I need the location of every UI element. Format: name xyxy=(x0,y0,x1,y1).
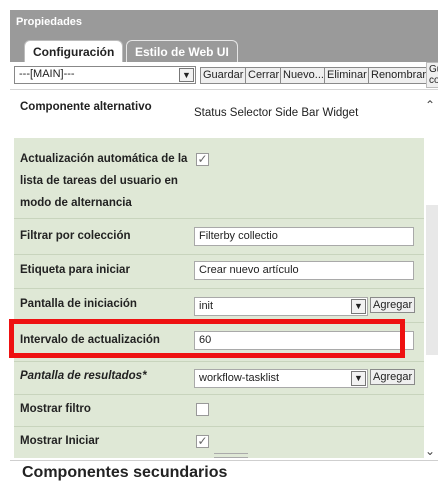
panel-title: Propiedades xyxy=(16,16,83,28)
componente-value: Status Selector Side Bar Widget xyxy=(194,107,359,119)
row-etiqueta: Etiqueta para iniciar Crear nuevo artícu… xyxy=(14,259,424,283)
row-pantalla-inicio: Pantalla de iniciación init ▼ Agregar xyxy=(14,293,424,317)
resize-grip[interactable] xyxy=(214,453,248,458)
mostrar-iniciar-checkbox[interactable]: ✓ xyxy=(196,435,209,448)
row-auto-update: Actualización automática de la lista de … xyxy=(14,148,424,212)
pantalla-inicio-select[interactable]: init ▼ xyxy=(194,297,368,316)
pantalla-resultados-label: Pantalla de resultados* xyxy=(20,370,147,382)
divider xyxy=(14,394,424,395)
componente-label: Componente alternativo xyxy=(20,101,152,113)
divider xyxy=(14,322,424,323)
divider xyxy=(14,254,424,255)
toolbar: ---[MAIN]--- ▼ Guardar Cerrar Nuevo... E… xyxy=(10,62,438,90)
row-mostrar-iniciar: Mostrar Iniciar ✓ xyxy=(14,430,424,454)
row-intervalo: Intervalo de actualización 60 xyxy=(14,327,424,355)
pantalla-inicio-value: init xyxy=(199,300,214,312)
pantalla-inicio-label: Pantalla de iniciación xyxy=(20,298,137,310)
divider xyxy=(14,426,424,427)
close-button[interactable]: Cerrar xyxy=(245,67,283,84)
chevron-down-icon[interactable]: ⌄ xyxy=(425,444,435,458)
delete-button[interactable]: Eliminar xyxy=(324,67,370,84)
divider xyxy=(10,460,438,461)
vertical-scrollbar[interactable]: ⌃ ⌄ xyxy=(424,90,438,458)
tab-configuracion[interactable]: Configuración xyxy=(24,40,124,62)
intervalo-label: Intervalo de actualización xyxy=(20,334,160,346)
chevron-down-icon[interactable]: ▼ xyxy=(179,68,194,82)
mostrar-iniciar-label: Mostrar Iniciar xyxy=(20,435,100,447)
add-button[interactable]: Agregar xyxy=(370,369,416,385)
row-pantalla-resultados: Pantalla de resultados* workflow-tasklis… xyxy=(14,365,424,389)
row-componente: Componente alternativo Status Selector S… xyxy=(14,90,424,138)
etiqueta-input[interactable]: Crear nuevo artículo xyxy=(194,261,414,280)
filtrar-input[interactable]: Filterby collectio xyxy=(194,227,414,246)
etiqueta-label: Etiqueta para iniciar xyxy=(20,264,130,276)
filtrar-label: Filtrar por colección xyxy=(20,230,131,242)
properties-header: Propiedades Configuración Estilo de Web … xyxy=(10,10,438,62)
new-button[interactable]: Nuevo... xyxy=(280,67,327,84)
properties-panel: Componente alternativo Status Selector S… xyxy=(10,90,438,458)
pantalla-resultados-select[interactable]: workflow-tasklist ▼ xyxy=(194,369,368,388)
auto-update-label: Actualización automática de la lista de … xyxy=(20,153,188,209)
tab-estilo-web-ui[interactable]: Estilo de Web UI xyxy=(126,40,238,62)
divider xyxy=(14,218,424,219)
chevron-up-icon[interactable]: ⌃ xyxy=(425,98,435,112)
main-select-value: ---[MAIN]--- xyxy=(19,68,75,80)
divider xyxy=(14,288,424,289)
main-select[interactable]: ---[MAIN]--- ▼ xyxy=(14,66,196,84)
chevron-down-icon[interactable]: ▼ xyxy=(351,371,366,386)
rename-button[interactable]: Renombrar xyxy=(368,67,430,84)
divider xyxy=(14,361,424,362)
intervalo-input[interactable]: 60 xyxy=(194,331,414,350)
row-filtrar: Filtrar por colección Filterby collectio xyxy=(14,225,424,249)
scroll-thumb[interactable] xyxy=(426,205,438,355)
mostrar-filtro-label: Mostrar filtro xyxy=(20,403,91,415)
auto-update-checkbox[interactable]: ✓ xyxy=(196,153,209,166)
mostrar-filtro-checkbox[interactable] xyxy=(196,403,209,416)
pantalla-resultados-value: workflow-tasklist xyxy=(199,372,280,384)
add-button[interactable]: Agregar xyxy=(370,297,416,313)
section-title: Componentes secundarios xyxy=(22,464,228,481)
row-mostrar-filtro: Mostrar filtro xyxy=(14,398,424,422)
save-button[interactable]: Guardar xyxy=(200,67,247,84)
save-commit-button[interactable]: Gua com xyxy=(426,62,438,88)
property-rows: Componente alternativo Status Selector S… xyxy=(14,90,424,458)
chevron-down-icon[interactable]: ▼ xyxy=(351,299,366,314)
